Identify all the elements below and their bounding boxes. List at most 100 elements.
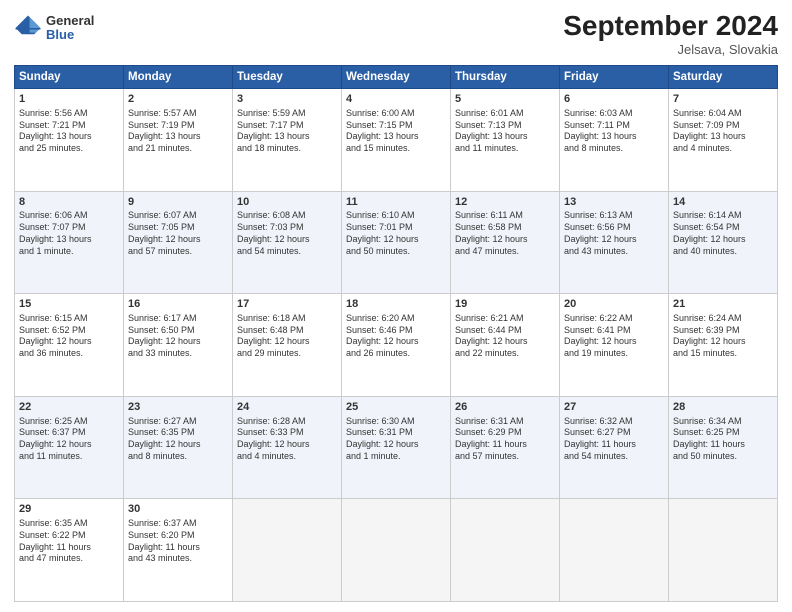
day-info: Sunrise: 6:17 AMSunset: 6:50 PMDaylight:… [128,313,228,360]
day-info: Sunrise: 6:25 AMSunset: 6:37 PMDaylight:… [19,416,119,463]
day-info: Sunrise: 6:00 AMSunset: 7:15 PMDaylight:… [346,108,446,155]
day-number: 13 [564,195,664,210]
day-info: Sunrise: 6:24 AMSunset: 6:39 PMDaylight:… [673,313,773,360]
logo: General Blue [14,14,94,43]
day-info: Sunrise: 6:08 AMSunset: 7:03 PMDaylight:… [237,210,337,257]
day-number: 17 [237,297,337,312]
day-info: Sunrise: 6:27 AMSunset: 6:35 PMDaylight:… [128,416,228,463]
day-info: Sunrise: 6:32 AMSunset: 6:27 PMDaylight:… [564,416,664,463]
calendar-cell: 19Sunrise: 6:21 AMSunset: 6:44 PMDayligh… [451,294,560,397]
logo-line1: General [46,14,94,28]
day-number: 16 [128,297,228,312]
day-info: Sunrise: 6:01 AMSunset: 7:13 PMDaylight:… [455,108,555,155]
day-number: 27 [564,400,664,415]
calendar-cell: 27Sunrise: 6:32 AMSunset: 6:27 PMDayligh… [560,396,669,499]
calendar-cell: 3Sunrise: 5:59 AMSunset: 7:17 PMDaylight… [233,89,342,192]
calendar-cell [451,499,560,602]
day-number: 9 [128,195,228,210]
calendar-cell [342,499,451,602]
day-number: 14 [673,195,773,210]
day-number: 24 [237,400,337,415]
calendar-week-5: 29Sunrise: 6:35 AMSunset: 6:22 PMDayligh… [15,499,778,602]
calendar-cell: 14Sunrise: 6:14 AMSunset: 6:54 PMDayligh… [669,191,778,294]
calendar-cell: 10Sunrise: 6:08 AMSunset: 7:03 PMDayligh… [233,191,342,294]
day-info: Sunrise: 5:56 AMSunset: 7:21 PMDaylight:… [19,108,119,155]
day-number: 21 [673,297,773,312]
calendar-cell: 18Sunrise: 6:20 AMSunset: 6:46 PMDayligh… [342,294,451,397]
calendar-header-wednesday: Wednesday [342,66,451,89]
day-number: 7 [673,92,773,107]
calendar-header-monday: Monday [124,66,233,89]
day-info: Sunrise: 6:11 AMSunset: 6:58 PMDaylight:… [455,210,555,257]
calendar-header-friday: Friday [560,66,669,89]
calendar-header-saturday: Saturday [669,66,778,89]
day-number: 30 [128,502,228,517]
calendar-header-thursday: Thursday [451,66,560,89]
day-number: 28 [673,400,773,415]
day-number: 25 [346,400,446,415]
calendar-cell: 4Sunrise: 6:00 AMSunset: 7:15 PMDaylight… [342,89,451,192]
day-number: 22 [19,400,119,415]
day-number: 10 [237,195,337,210]
calendar-cell: 8Sunrise: 6:06 AMSunset: 7:07 PMDaylight… [15,191,124,294]
calendar-cell: 22Sunrise: 6:25 AMSunset: 6:37 PMDayligh… [15,396,124,499]
logo-icon [14,14,42,42]
calendar-cell: 20Sunrise: 6:22 AMSunset: 6:41 PMDayligh… [560,294,669,397]
day-info: Sunrise: 6:18 AMSunset: 6:48 PMDaylight:… [237,313,337,360]
day-info: Sunrise: 5:59 AMSunset: 7:17 PMDaylight:… [237,108,337,155]
calendar-cell: 21Sunrise: 6:24 AMSunset: 6:39 PMDayligh… [669,294,778,397]
calendar-cell: 1Sunrise: 5:56 AMSunset: 7:21 PMDaylight… [15,89,124,192]
day-number: 23 [128,400,228,415]
calendar-cell: 12Sunrise: 6:11 AMSunset: 6:58 PMDayligh… [451,191,560,294]
day-number: 6 [564,92,664,107]
day-number: 1 [19,92,119,107]
calendar-cell [669,499,778,602]
calendar-cell: 23Sunrise: 6:27 AMSunset: 6:35 PMDayligh… [124,396,233,499]
day-number: 29 [19,502,119,517]
calendar-cell: 11Sunrise: 6:10 AMSunset: 7:01 PMDayligh… [342,191,451,294]
day-info: Sunrise: 6:13 AMSunset: 6:56 PMDaylight:… [564,210,664,257]
day-number: 15 [19,297,119,312]
logo-text: General Blue [46,14,94,43]
calendar-header-sunday: Sunday [15,66,124,89]
day-number: 18 [346,297,446,312]
day-number: 8 [19,195,119,210]
title-block: September 2024 Jelsava, Slovakia [563,10,778,57]
day-info: Sunrise: 6:10 AMSunset: 7:01 PMDaylight:… [346,210,446,257]
calendar-cell: 28Sunrise: 6:34 AMSunset: 6:25 PMDayligh… [669,396,778,499]
calendar-cell: 25Sunrise: 6:30 AMSunset: 6:31 PMDayligh… [342,396,451,499]
month-title: September 2024 [563,10,778,42]
day-info: Sunrise: 5:57 AMSunset: 7:19 PMDaylight:… [128,108,228,155]
day-info: Sunrise: 6:04 AMSunset: 7:09 PMDaylight:… [673,108,773,155]
logo-line2: Blue [46,28,94,42]
day-info: Sunrise: 6:07 AMSunset: 7:05 PMDaylight:… [128,210,228,257]
day-number: 19 [455,297,555,312]
day-info: Sunrise: 6:34 AMSunset: 6:25 PMDaylight:… [673,416,773,463]
day-info: Sunrise: 6:31 AMSunset: 6:29 PMDaylight:… [455,416,555,463]
day-info: Sunrise: 6:20 AMSunset: 6:46 PMDaylight:… [346,313,446,360]
calendar-cell: 6Sunrise: 6:03 AMSunset: 7:11 PMDaylight… [560,89,669,192]
day-info: Sunrise: 6:03 AMSunset: 7:11 PMDaylight:… [564,108,664,155]
header: General Blue September 2024 Jelsava, Slo… [14,10,778,57]
calendar-week-4: 22Sunrise: 6:25 AMSunset: 6:37 PMDayligh… [15,396,778,499]
day-number: 20 [564,297,664,312]
day-number: 12 [455,195,555,210]
calendar-cell: 26Sunrise: 6:31 AMSunset: 6:29 PMDayligh… [451,396,560,499]
calendar-header-row: SundayMondayTuesdayWednesdayThursdayFrid… [15,66,778,89]
day-number: 3 [237,92,337,107]
calendar-cell: 9Sunrise: 6:07 AMSunset: 7:05 PMDaylight… [124,191,233,294]
calendar-week-3: 15Sunrise: 6:15 AMSunset: 6:52 PMDayligh… [15,294,778,397]
calendar: SundayMondayTuesdayWednesdayThursdayFrid… [14,65,778,602]
calendar-cell: 16Sunrise: 6:17 AMSunset: 6:50 PMDayligh… [124,294,233,397]
day-number: 26 [455,400,555,415]
day-info: Sunrise: 6:06 AMSunset: 7:07 PMDaylight:… [19,210,119,257]
calendar-cell: 15Sunrise: 6:15 AMSunset: 6:52 PMDayligh… [15,294,124,397]
day-number: 4 [346,92,446,107]
day-info: Sunrise: 6:22 AMSunset: 6:41 PMDaylight:… [564,313,664,360]
day-info: Sunrise: 6:21 AMSunset: 6:44 PMDaylight:… [455,313,555,360]
calendar-cell: 2Sunrise: 5:57 AMSunset: 7:19 PMDaylight… [124,89,233,192]
day-info: Sunrise: 6:37 AMSunset: 6:20 PMDaylight:… [128,518,228,565]
day-number: 5 [455,92,555,107]
calendar-header-tuesday: Tuesday [233,66,342,89]
calendar-cell: 30Sunrise: 6:37 AMSunset: 6:20 PMDayligh… [124,499,233,602]
